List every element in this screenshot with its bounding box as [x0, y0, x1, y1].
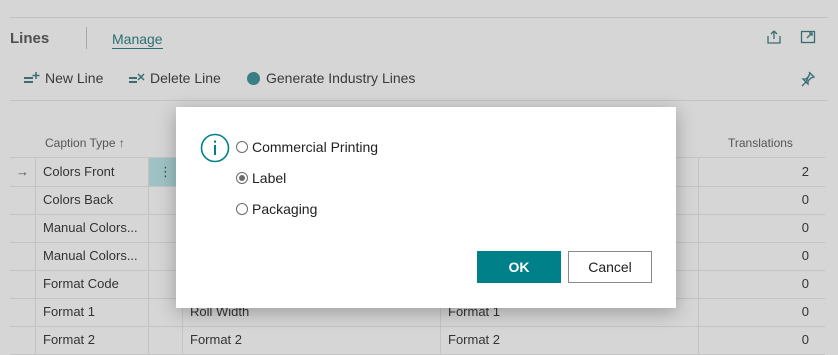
- info-icon: [200, 133, 230, 163]
- delete-line-icon: [128, 71, 145, 86]
- radio-button-checked[interactable]: [236, 172, 248, 184]
- column-header-caption-type[interactable]: Caption Type ↑: [45, 136, 125, 150]
- ok-button[interactable]: OK: [477, 251, 561, 283]
- pin-icon[interactable]: [799, 70, 816, 92]
- radio-button[interactable]: [236, 141, 248, 153]
- cancel-button[interactable]: Cancel: [568, 251, 652, 283]
- row-indicator: [10, 326, 36, 354]
- translations-cell[interactable]: 0: [699, 326, 825, 354]
- delete-line-label: Delete Line: [150, 70, 221, 86]
- option-commercial-printing[interactable]: Commercial Printing: [236, 139, 378, 155]
- row-indicator: [10, 242, 36, 270]
- translations-cell[interactable]: 0: [699, 186, 825, 214]
- table-row[interactable]: Format 2 Format 2 Format 2 0: [10, 326, 825, 355]
- new-line-button[interactable]: New Line: [23, 70, 103, 86]
- new-line-icon: [23, 71, 40, 86]
- caption-type-cell[interactable]: Colors Back: [36, 186, 149, 214]
- top-divider: [10, 17, 828, 18]
- translations-cell[interactable]: 0: [699, 242, 825, 270]
- translations-cell[interactable]: 0: [699, 270, 825, 298]
- option-label: Label: [252, 170, 287, 186]
- option-label: Commercial Printing: [252, 139, 379, 155]
- row-indicator: [10, 186, 36, 214]
- delete-line-button[interactable]: Delete Line: [128, 70, 221, 86]
- caption-type-cell[interactable]: Format 2: [36, 326, 149, 354]
- option-packaging[interactable]: Packaging: [236, 201, 317, 217]
- caption-type-cell[interactable]: Format Code: [36, 270, 149, 298]
- grid-cell[interactable]: Format 2: [183, 326, 441, 354]
- share-icon[interactable]: [765, 28, 783, 46]
- row-selected-arrow-icon: →: [10, 158, 36, 186]
- generate-label: Generate Industry Lines: [266, 70, 416, 86]
- header-divider: [86, 27, 87, 49]
- actionbar-divider: [10, 100, 828, 101]
- caption-type-cell[interactable]: Manual Colors...: [36, 242, 149, 270]
- new-line-label: New Line: [45, 70, 104, 86]
- row-menu-cell[interactable]: [149, 326, 183, 354]
- row-indicator: [10, 214, 36, 242]
- translations-cell[interactable]: 0: [699, 214, 825, 242]
- radio-button[interactable]: [236, 203, 248, 215]
- translations-cell[interactable]: 2: [699, 158, 825, 186]
- translations-cell[interactable]: 0: [699, 298, 825, 326]
- generate-circle-icon: [246, 71, 261, 86]
- grid-cell[interactable]: Format 2: [441, 326, 699, 354]
- page-title: Lines: [10, 30, 50, 47]
- option-dialog: Commercial Printing Label Packaging OK C…: [176, 107, 676, 308]
- row-indicator: [10, 270, 36, 298]
- generate-industry-lines-button[interactable]: Generate Industry Lines: [246, 70, 415, 86]
- option-label[interactable]: Label: [236, 170, 286, 186]
- caption-type-cell[interactable]: Format 1: [36, 298, 149, 326]
- row-indicator: [10, 298, 36, 326]
- tab-manage[interactable]: Manage: [112, 31, 163, 49]
- expand-icon[interactable]: [799, 28, 817, 46]
- column-header-translations[interactable]: Translations: [728, 136, 793, 150]
- option-label: Packaging: [252, 201, 318, 217]
- caption-type-cell[interactable]: Manual Colors...: [36, 214, 149, 242]
- caption-type-cell[interactable]: Colors Front: [36, 158, 149, 186]
